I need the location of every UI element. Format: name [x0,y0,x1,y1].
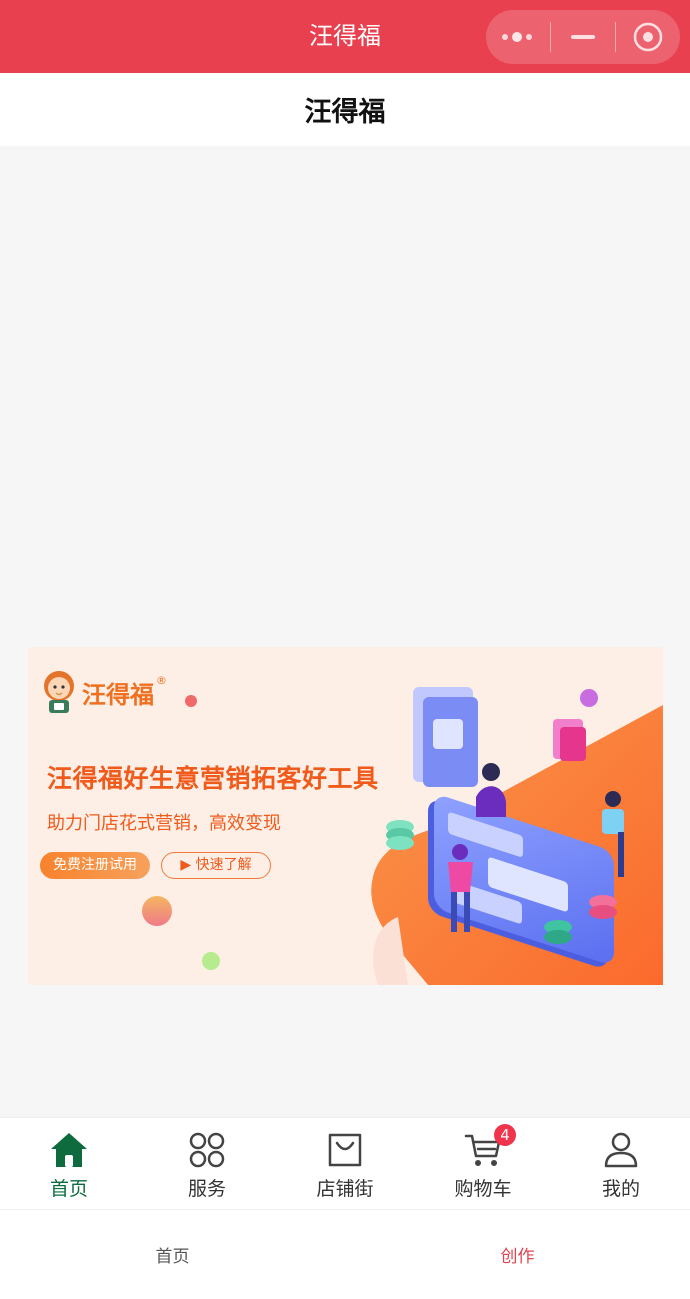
quick-learn-button[interactable]: ▶ 快速了解 [161,852,271,879]
tab-label: 服务 [187,1178,226,1200]
tab-label: 首页 [49,1178,88,1200]
grid-icon [189,1132,225,1168]
title-bar: 汪得福 [0,0,690,73]
cart-badge: 4 [494,1124,516,1146]
mini-program-capsule [486,10,680,64]
close-circle-icon [633,22,663,52]
tab-home[interactable]: 首页 [0,1118,138,1209]
tab-cart[interactable]: 购物车 4 [414,1118,552,1209]
more-dots-icon [502,32,532,42]
bottom-nav-home[interactable]: 首页 [0,1210,345,1299]
page-title: 汪得福 [304,97,386,128]
bottom-nav-create[interactable]: 创作 [345,1210,690,1299]
tab-bar: 首页 服务 店铺街 购物车 4 我的 [0,1117,690,1209]
banner-headline: 汪得福好生意营销拓客好工具 [47,764,379,793]
free-trial-button[interactable]: 免费注册试用 [40,852,150,879]
tab-service[interactable]: 服务 [138,1118,276,1209]
registered-mark: ® [156,673,167,687]
decor-dot [580,689,598,707]
minimize-button[interactable] [551,10,615,64]
promo-banner[interactable]: 汪得福 ® 汪得福好生意营销拓客好工具 助力门店花式营销，高效变现 免费注册试用… [28,647,663,985]
tab-label: 店铺街 [316,1178,374,1200]
shopping-bag-icon [328,1133,362,1167]
dog-mascot-icon [44,671,74,713]
page-header: 汪得福 [0,73,690,146]
home-icon [51,1133,87,1167]
close-button[interactable] [616,10,680,64]
minus-icon [571,35,595,39]
tab-mine[interactable]: 我的 [552,1118,690,1209]
banner-brand: 汪得福 ® [42,669,167,715]
more-button[interactable] [486,10,550,64]
decor-dot [185,695,197,707]
bottom-nav: 首页 创作 [0,1209,690,1299]
decor-dot [142,896,172,926]
tab-label: 我的 [601,1178,640,1200]
tab-label: 购物车 [454,1178,512,1200]
decor-dot [202,952,220,970]
banner-subline: 助力门店花式营销，高效变现 [47,813,281,834]
tab-shop-street[interactable]: 店铺街 [276,1118,414,1209]
user-icon [604,1132,638,1168]
banner-brand-name: 汪得福 [82,680,154,709]
app-root: 汪得福 汪得福 汪得福 ® 汪得福好生意营销拓客好工具 助力门店花式营销，高效变… [0,0,690,1299]
